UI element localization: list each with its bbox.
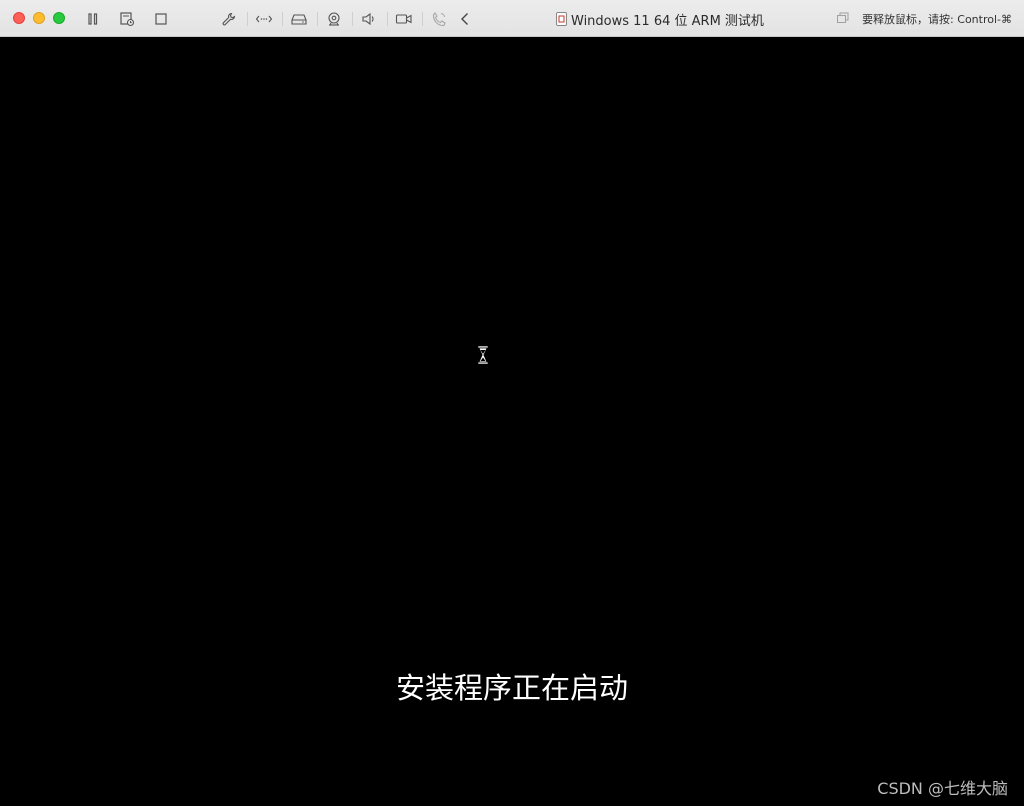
vm-screen[interactable]: 安装程序正在启动 CSDN @七维大脑 [0, 37, 1024, 806]
back-icon[interactable] [456, 10, 474, 28]
disk-icon[interactable] [290, 10, 308, 28]
maximize-window-button[interactable] [53, 12, 65, 24]
hourglass-icon [477, 345, 489, 365]
wrench-icon[interactable] [220, 10, 238, 28]
toolbar-separator [422, 12, 423, 26]
speaker-icon[interactable] [360, 10, 378, 28]
camera-lock-icon[interactable] [325, 10, 343, 28]
window-title-text: Windows 11 64 位 ARM 测试机 [571, 13, 764, 29]
toolbar-separator [387, 12, 388, 26]
pause-icon[interactable] [84, 10, 102, 28]
stop-icon[interactable] [152, 10, 170, 28]
close-window-button[interactable] [13, 12, 25, 24]
vm-window: Windows 11 64 位 ARM 测试机 要释放鼠标，请按: Contro… [0, 0, 1024, 806]
toolbar-separator [247, 12, 248, 26]
window-title: Windows 11 64 位 ARM 测试机 [556, 10, 764, 29]
video-icon[interactable] [395, 10, 413, 28]
network-icon[interactable] [255, 10, 273, 28]
snapshot-icon[interactable] [118, 10, 136, 28]
mouse-release-hint: 要释放鼠标，请按: Control-⌘ [862, 13, 1012, 26]
minimize-window-button[interactable] [33, 12, 45, 24]
toolbar-separator [317, 12, 318, 26]
toolbar-separator [282, 12, 283, 26]
phone-icon[interactable] [430, 10, 448, 28]
setup-status-text: 安装程序正在启动 [395, 671, 628, 705]
toolbar-separator [352, 12, 353, 26]
vm-document-icon [556, 12, 567, 26]
watermark: CSDN @七维大脑 [877, 779, 1008, 798]
right-toolbar: 要释放鼠标，请按: Control-⌘ [836, 10, 1012, 28]
title-bar: Windows 11 64 位 ARM 测试机 要释放鼠标，请按: Contro… [0, 0, 1024, 37]
window-copy-icon[interactable] [836, 12, 850, 27]
